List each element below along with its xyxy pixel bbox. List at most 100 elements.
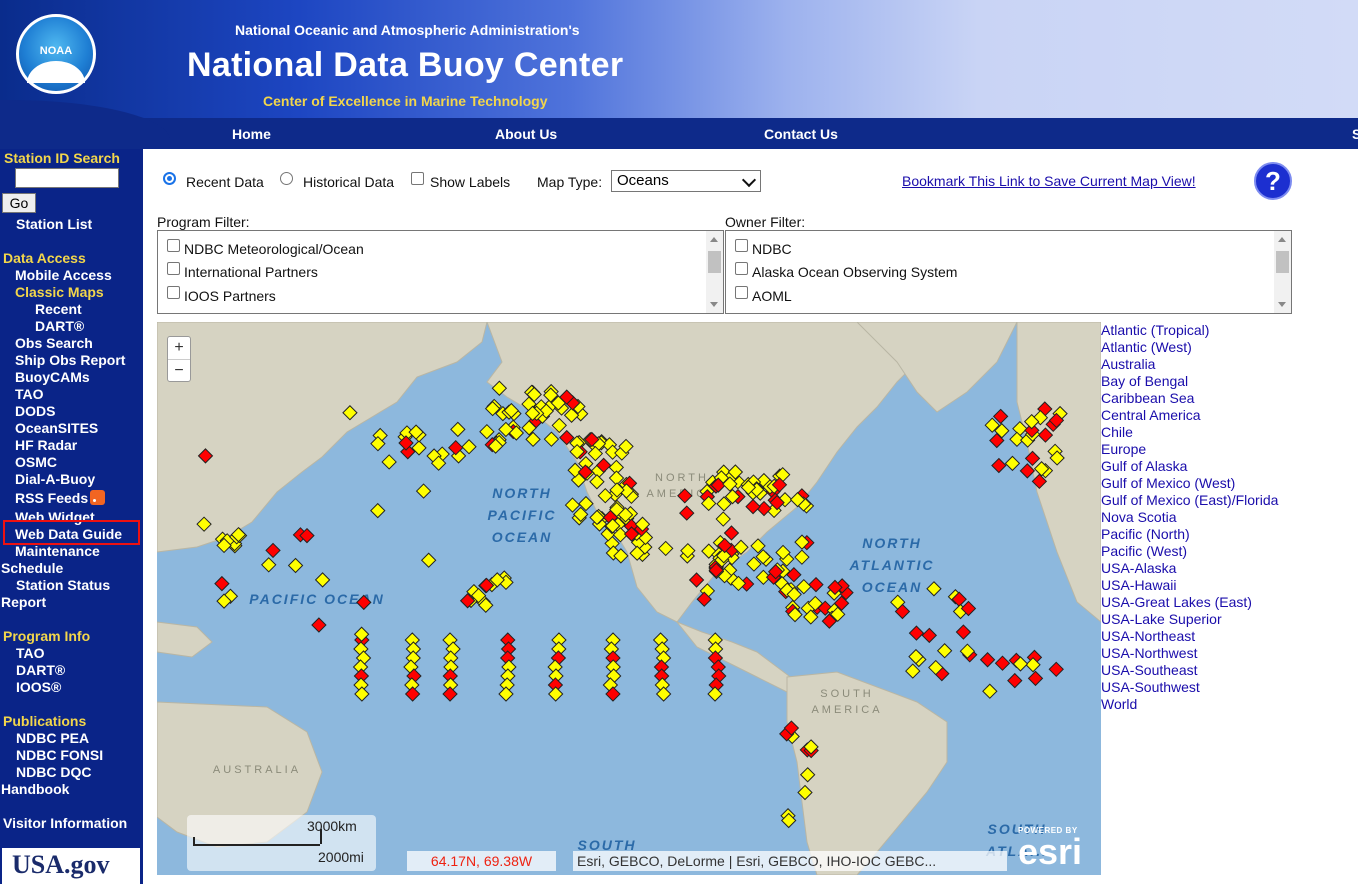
region-link[interactable]: Pacific (North) <box>1101 526 1278 543</box>
noaa-logo[interactable]: NOAA <box>16 14 96 94</box>
map-type-label: Map Type: <box>537 174 603 190</box>
esri-logo[interactable]: POWERED BY esri <box>1018 826 1082 870</box>
sidebar-ndbc-pea[interactable]: NDBC PEA <box>16 730 89 746</box>
region-link[interactable]: Nova Scotia <box>1101 509 1278 526</box>
historical-data-label: Historical Data <box>303 174 395 190</box>
sidebar-recent[interactable]: Recent <box>35 301 82 317</box>
buoy-map[interactable]: NORTH PACIFIC OCEAN PACIFIC OCEAN NORTH … <box>157 322 1101 875</box>
show-labels-checkbox[interactable] <box>411 172 424 185</box>
region-link[interactable]: USA-Lake Superior <box>1101 611 1278 628</box>
sidebar-rss-feeds[interactable]: RSS Feeds <box>15 490 106 506</box>
station-id-input[interactable] <box>15 168 119 188</box>
label-australia: AUSTRALIA <box>212 764 302 776</box>
sidebar-handbook[interactable]: Handbook <box>1 781 69 797</box>
sidebar-dial-a-buoy[interactable]: Dial-A-Buoy <box>15 471 95 487</box>
region-link[interactable]: Gulf of Mexico (East)/Florida <box>1101 492 1278 509</box>
historical-data-radio[interactable] <box>280 172 293 185</box>
cursor-coordinates: 64.17N, 69.38W <box>407 851 556 871</box>
region-link[interactable]: Caribbean Sea <box>1101 390 1278 407</box>
go-button[interactable]: Go <box>2 193 36 213</box>
owner-filter-item: Alaska Ocean Observing System <box>752 264 958 280</box>
map-attribution[interactable]: Esri, GEBCO, DeLorme | Esri, GEBCO, IHO-… <box>573 851 1007 871</box>
sidebar-mobile-access[interactable]: Mobile Access <box>15 267 112 283</box>
region-link[interactable]: Central America <box>1101 407 1278 424</box>
scale-mi: 2000mi <box>318 849 364 865</box>
show-labels-label: Show Labels <box>430 174 511 190</box>
zoom-in-button[interactable]: + <box>168 337 190 360</box>
map-type-select[interactable]: Oceans <box>611 170 761 192</box>
region-link[interactable]: USA-Hawaii <box>1101 577 1278 594</box>
sidebar-publications: Publications <box>3 713 87 729</box>
nav-search[interactable]: S <box>1352 126 1358 142</box>
usagov-logo[interactable]: USA.gov <box>2 848 140 884</box>
sidebar-station-list[interactable]: Station List <box>16 216 92 232</box>
program-filter-checkbox[interactable] <box>167 286 180 299</box>
nav-about[interactable]: About Us <box>495 126 557 142</box>
owner-filter-label: Owner Filter: <box>725 214 806 230</box>
program-filter-checkbox[interactable] <box>167 239 180 252</box>
region-link[interactable]: Atlantic (Tropical) <box>1101 322 1278 339</box>
owner-filter-checkbox[interactable] <box>735 262 748 275</box>
recent-data-radio[interactable] <box>163 172 176 185</box>
rss-icon <box>90 490 106 505</box>
sidebar-tao[interactable]: TAO <box>15 386 44 402</box>
nav-contact[interactable]: Contact Us <box>764 126 838 142</box>
region-link[interactable]: Pacific (West) <box>1101 543 1278 560</box>
region-link[interactable]: Chile <box>1101 424 1278 441</box>
owner-filter-item: NDBC <box>752 241 792 257</box>
sidebar-ship-obs-report[interactable]: Ship Obs Report <box>15 352 125 368</box>
sidebar-classic-maps[interactable]: Classic Maps <box>15 284 104 300</box>
sidebar-station-status[interactable]: Station Status <box>16 577 110 593</box>
sidebar-visitor-info[interactable]: Visitor Information <box>3 815 127 831</box>
rss-feeds-label: RSS Feeds <box>15 490 89 506</box>
sidebar-hf-radar[interactable]: HF Radar <box>15 437 77 453</box>
program-filter-checkbox[interactable] <box>167 262 180 275</box>
program-filter-scrollbar[interactable] <box>706 231 723 313</box>
region-link[interactable]: Gulf of Alaska <box>1101 458 1278 475</box>
sidebar-report[interactable]: Report <box>1 594 46 610</box>
sidebar-obs-search[interactable]: Obs Search <box>15 335 93 351</box>
label-pacific: PACIFIC OCEAN <box>249 591 385 607</box>
region-link[interactable]: USA-Southeast <box>1101 662 1278 679</box>
owner-filter-list[interactable]: NDBC Alaska Ocean Observing System AOML <box>725 230 1292 314</box>
sidebar-buoycams[interactable]: BuoyCAMs <box>15 369 90 385</box>
top-nav <box>0 100 1358 149</box>
region-link[interactable]: USA-Northwest <box>1101 645 1278 662</box>
region-link[interactable]: Bay of Bengal <box>1101 373 1278 390</box>
help-icon[interactable]: ? <box>1254 162 1292 200</box>
region-link[interactable]: Atlantic (West) <box>1101 339 1278 356</box>
sidebar-oceansites[interactable]: OceanSITES <box>15 420 98 436</box>
nav-home[interactable]: Home <box>232 126 271 142</box>
owner-filter-checkbox[interactable] <box>735 239 748 252</box>
region-link[interactable]: USA-Great Lakes (East) <box>1101 594 1278 611</box>
sidebar-pi-tao[interactable]: TAO <box>16 645 45 661</box>
sidebar-maintenance[interactable]: Maintenance <box>15 543 100 559</box>
sidebar-pi-ioos[interactable]: IOOS® <box>16 679 61 695</box>
program-filter-list[interactable]: NDBC Meteorological/Ocean International … <box>157 230 724 314</box>
region-link[interactable]: World <box>1101 696 1278 713</box>
region-link[interactable]: Australia <box>1101 356 1278 373</box>
sidebar-dart[interactable]: DART® <box>35 318 84 334</box>
sidebar-dods[interactable]: DODS <box>15 403 55 419</box>
site-title: National Data Buoy Center <box>187 46 624 84</box>
region-link[interactable]: USA-Southwest <box>1101 679 1278 696</box>
sidebar-ndbc-fonsi[interactable]: NDBC FONSI <box>16 747 103 763</box>
owner-filter-scrollbar[interactable] <box>1274 231 1291 313</box>
sidebar-ndbc-dqc[interactable]: NDBC DQC <box>16 764 91 780</box>
sidebar-schedule[interactable]: Schedule <box>1 560 63 576</box>
region-link[interactable]: Europe <box>1101 441 1278 458</box>
region-link[interactable]: USA-Northeast <box>1101 628 1278 645</box>
usagov-text: USA.gov <box>12 850 110 879</box>
sidebar-pi-dart[interactable]: DART® <box>16 662 65 678</box>
zoom-out-button[interactable]: − <box>168 360 190 382</box>
sidebar-osmc[interactable]: OSMC <box>15 454 57 470</box>
bookmark-link[interactable]: Bookmark This Link to Save Current Map V… <box>902 173 1196 189</box>
owner-filter-checkbox[interactable] <box>735 286 748 299</box>
zoom-control: + − <box>167 336 191 382</box>
label-north-pacific: NORTH PACIFIC OCEAN <box>487 485 557 545</box>
map-type-value: Oceans <box>617 172 669 189</box>
map-scale: 3000km 2000mi <box>187 815 376 871</box>
region-link[interactable]: USA-Alaska <box>1101 560 1278 577</box>
label-south-america: SOUTH AMERICA <box>811 688 883 716</box>
region-link[interactable]: Gulf of Mexico (West) <box>1101 475 1278 492</box>
